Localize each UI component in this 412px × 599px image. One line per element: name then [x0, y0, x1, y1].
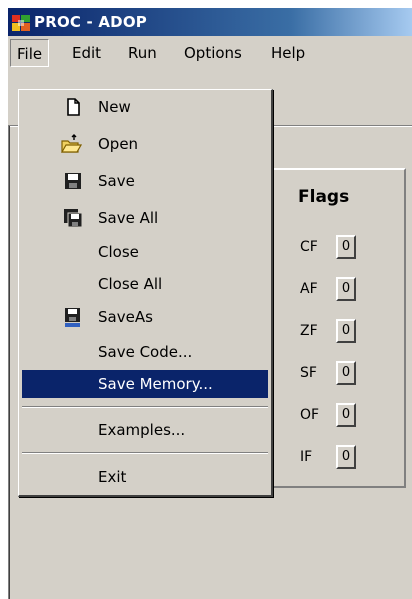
- flag-value-cf[interactable]: 0: [336, 235, 356, 259]
- menu-item-label: Exit: [98, 468, 127, 486]
- menu-item-label: Save Memory...: [98, 375, 213, 393]
- new-file-icon: [62, 96, 84, 118]
- menu-options[interactable]: Options: [178, 39, 248, 67]
- menu-item-open[interactable]: Open: [22, 130, 268, 158]
- flag-label: IF: [300, 449, 313, 465]
- window-title: PROC - ADOP: [34, 13, 147, 31]
- flags-panel: Flags CF 0 AF 0 ZF 0 SF 0 OF 0 IF 0: [266, 168, 406, 488]
- menu-edit[interactable]: Edit: [66, 39, 107, 67]
- flag-row-if: IF 0: [268, 445, 404, 473]
- menu-item-save-all[interactable]: Save All: [22, 204, 268, 232]
- menu-item-label: Examples...: [98, 421, 186, 439]
- menu-item-examples[interactable]: Examples...: [22, 416, 268, 444]
- flag-value-if[interactable]: 0: [336, 445, 356, 469]
- flag-value-af[interactable]: 0: [336, 277, 356, 301]
- menu-item-label: Close: [98, 243, 139, 261]
- flag-label: CF: [300, 239, 318, 255]
- flag-row-of: OF 0: [268, 403, 404, 431]
- menu-item-label: New: [98, 98, 131, 116]
- menu-item-new[interactable]: New: [22, 93, 268, 121]
- flags-title: Flags: [298, 187, 350, 207]
- menu-item-label: Open: [98, 135, 139, 153]
- save-all-icon: [62, 207, 84, 229]
- menu-item-close-all[interactable]: Close All: [22, 270, 268, 298]
- save-as-icon: [62, 306, 84, 328]
- menu-item-save-code[interactable]: Save Code...: [22, 338, 268, 366]
- menu-item-save-memory[interactable]: Save Memory...: [22, 370, 268, 398]
- menu-item-label: SaveAs: [98, 308, 153, 326]
- menu-separator: [22, 406, 268, 408]
- menu-separator: [22, 452, 268, 454]
- flag-label: SF: [300, 365, 317, 381]
- proc-app-icon[interactable]: [12, 15, 30, 31]
- menu-item-save-as[interactable]: SaveAs: [22, 303, 268, 331]
- menu-item-label: Save Code...: [98, 343, 193, 361]
- flag-row-cf: CF 0: [268, 235, 404, 263]
- menu-item-exit[interactable]: Exit: [22, 463, 268, 491]
- file-menu-dropdown: New Open Save Save All Close Close All S…: [18, 89, 273, 497]
- flag-label: ZF: [300, 323, 318, 339]
- flag-label: AF: [300, 281, 318, 297]
- title-bar[interactable]: PROC - ADOP: [8, 8, 412, 36]
- flag-row-sf: SF 0: [268, 361, 404, 389]
- flag-value-zf[interactable]: 0: [336, 319, 356, 343]
- flag-row-zf: ZF 0: [268, 319, 404, 347]
- menu-item-close[interactable]: Close: [22, 238, 268, 266]
- app-window: PROC - ADOP File Edit Run Options Help F…: [8, 8, 412, 599]
- menu-help[interactable]: Help: [265, 39, 311, 67]
- flag-value-of[interactable]: 0: [336, 403, 356, 427]
- menu-item-save[interactable]: Save: [22, 167, 268, 195]
- menu-run[interactable]: Run: [122, 39, 163, 67]
- menu-item-label: Save: [98, 172, 135, 190]
- menu-item-label: Save All: [98, 209, 159, 227]
- flag-label: OF: [300, 407, 320, 423]
- open-folder-icon: [60, 133, 82, 155]
- client-edge-inner: [9, 126, 10, 599]
- menu-file[interactable]: File: [10, 39, 50, 67]
- flag-value-sf[interactable]: 0: [336, 361, 356, 385]
- save-disk-icon: [62, 170, 84, 192]
- menu-item-label: Close All: [98, 275, 163, 293]
- menu-bar: File Edit Run Options Help: [8, 36, 412, 70]
- flag-row-af: AF 0: [268, 277, 404, 305]
